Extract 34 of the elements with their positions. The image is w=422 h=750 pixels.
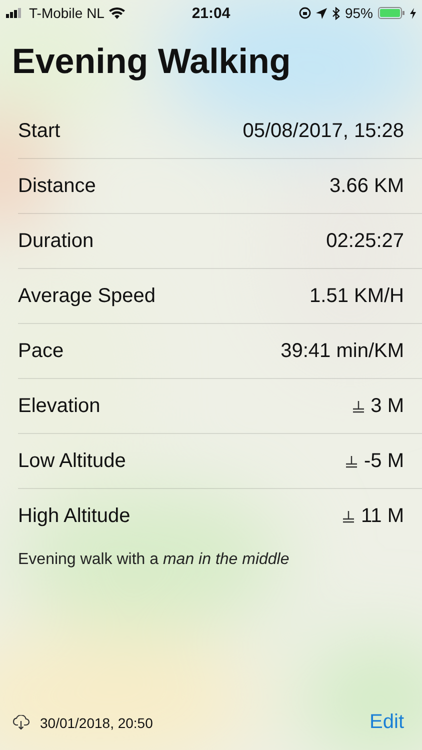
clock-time: 21:04: [192, 4, 230, 22]
carrier-name: T-Mobile NL: [29, 5, 104, 21]
page-title: Evening Walking: [12, 42, 292, 82]
row-value: 3.66 KM: [330, 174, 404, 198]
row-value: 3 M: [370, 394, 404, 418]
battery-icon: [378, 7, 405, 19]
sync-time: 30/01/2018, 20:50: [40, 714, 153, 730]
row-label: Distance: [18, 174, 96, 198]
altitude-icon: [352, 400, 365, 412]
row-value: 1.51 KM/H: [310, 284, 404, 308]
row-label: Low Altitude: [18, 450, 126, 472]
row-value: 11 M: [361, 504, 404, 528]
charging-bolt-icon: [410, 8, 416, 18]
row-label: Elevation: [18, 394, 100, 418]
row-value: 02:25:27: [326, 230, 404, 252]
wifi-icon: [109, 7, 126, 19]
location-arrow-icon: [316, 8, 327, 18]
bluetooth-icon: [332, 6, 340, 20]
altitude-icon: [342, 510, 356, 522]
row-label: Pace: [18, 340, 64, 362]
cloud-download-icon: [12, 715, 30, 730]
row-value: 05/08/2017, 15:28: [242, 120, 404, 142]
row-value: 39:41 min/KM: [280, 340, 404, 362]
note-text: Evening walk with a man in the middle: [18, 551, 290, 569]
row-label: Start: [18, 120, 60, 142]
battery-percent: 95%: [344, 5, 373, 21]
rotation-lock-icon: [298, 7, 311, 19]
row-value: -5 M: [364, 450, 404, 472]
edit-button[interactable]: Edit: [370, 711, 404, 734]
row-label: Duration: [18, 230, 94, 252]
row-label: High Altitude: [18, 504, 130, 528]
altitude-icon: [345, 454, 358, 468]
signal-icon: [6, 8, 24, 18]
row-label: Average Speed: [18, 284, 156, 308]
